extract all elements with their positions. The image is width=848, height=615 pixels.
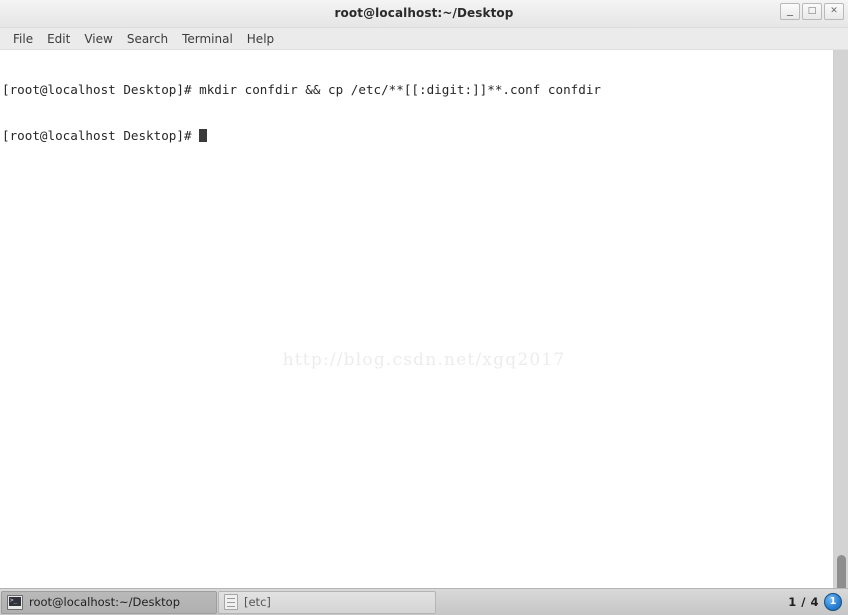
scrollbar-thumb[interactable] [837,555,846,588]
minimize-icon: _ [787,2,793,16]
menu-item-help[interactable]: Help [240,31,281,47]
file-manager-icon [224,594,238,610]
window-title-bar[interactable]: root@localhost:~/Desktop _ □ ✕ [0,0,848,28]
terminal-line-command: [root@localhost Desktop]# mkdir confdir … [2,82,601,98]
menu-item-terminal[interactable]: Terminal [175,31,240,47]
minimize-button[interactable]: _ [780,3,800,20]
terminal-window: root@localhost:~/Desktop _ □ ✕ File Edit… [0,0,848,588]
menu-item-search[interactable]: Search [120,31,175,47]
window-controls: _ □ ✕ [780,3,844,20]
taskbar-item-label: [etc] [244,595,271,609]
menu-item-edit[interactable]: Edit [40,31,77,47]
page-title: root@localhost:~/Desktop [334,6,514,20]
terminal-text: [root@localhost Desktop]# mkdir confdir … [2,52,824,174]
terminal-line-prompt: [root@localhost Desktop]# [2,128,824,143]
menu-item-file[interactable]: File [6,31,40,47]
maximize-button[interactable]: □ [802,3,822,20]
workspace-pager-button[interactable]: 1 [824,593,842,611]
desktop-screen: root@localhost:~/Desktop _ □ ✕ File Edit… [0,0,848,615]
workspace-switcher: 1 / 4 1 [788,593,848,611]
maximize-icon: □ [807,6,817,16]
text-cursor [199,129,207,142]
close-button[interactable]: ✕ [824,3,844,20]
terminal-icon [7,594,23,610]
terminal-output-area[interactable]: [root@localhost Desktop]# mkdir confdir … [0,50,848,588]
taskbar-item-label: root@localhost:~/Desktop [29,595,180,609]
taskbar-item-etc[interactable]: [etc] [218,590,436,614]
watermark-text: http://blog.csdn.net/xgq2017 [282,350,566,370]
taskbar-item-terminal[interactable]: root@localhost:~/Desktop [1,590,217,614]
menu-item-view[interactable]: View [77,31,119,47]
terminal-scrollbar[interactable] [833,50,848,588]
prompt-text: [root@localhost Desktop]# [2,128,200,143]
taskbar: root@localhost:~/Desktop [etc] 1 / 4 1 [0,588,848,615]
close-icon: ✕ [830,6,838,16]
task-list: root@localhost:~/Desktop [etc] [0,590,788,615]
menu-bar: File Edit View Search Terminal Help [0,28,848,50]
workspace-counter: 1 / 4 [788,595,819,609]
